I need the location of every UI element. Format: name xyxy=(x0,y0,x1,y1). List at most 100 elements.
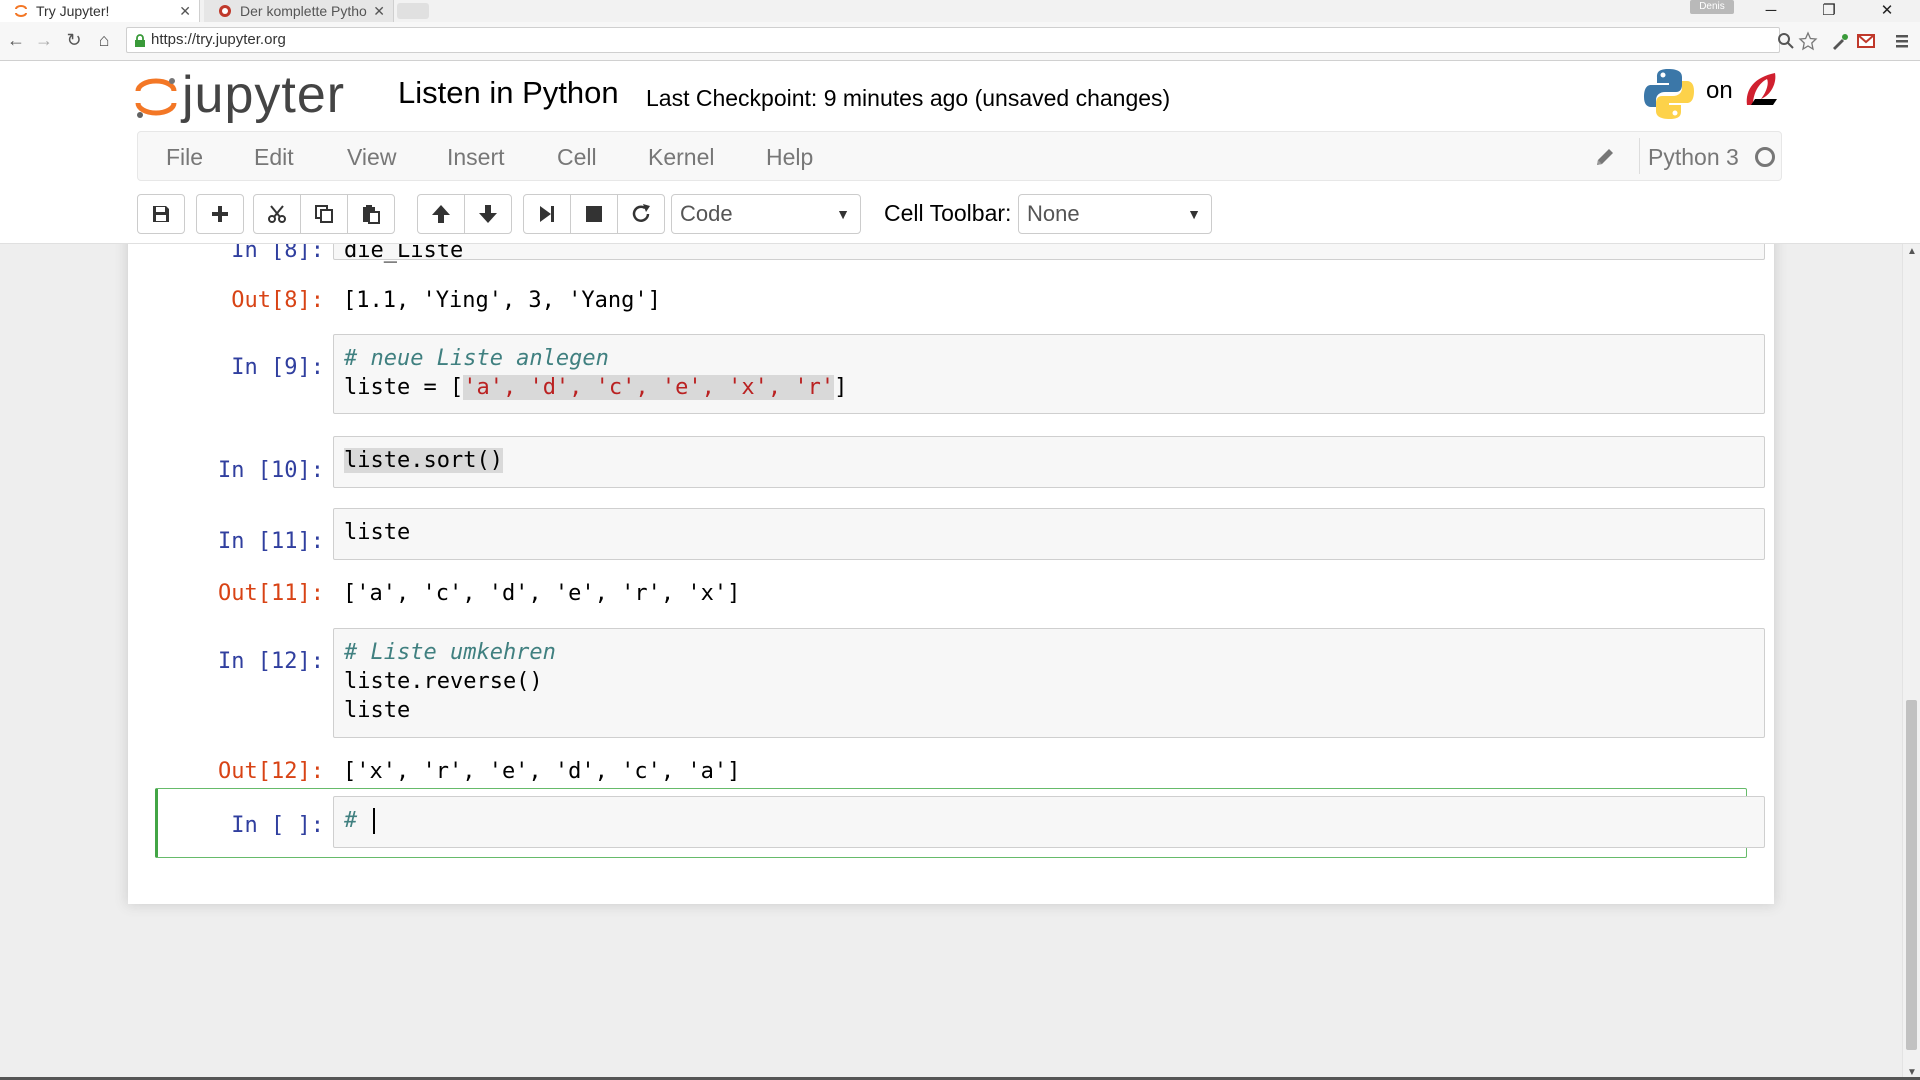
cell-toolbar-select[interactable]: None ▼ xyxy=(1018,194,1212,234)
out-prompt: Out[11]: xyxy=(218,581,324,606)
cell-input[interactable]: liste xyxy=(333,508,1765,560)
url-input[interactable]: https://try.jupyter.org xyxy=(126,27,1780,53)
move-down-button[interactable] xyxy=(464,194,512,234)
tab-title: Try Jupyter! xyxy=(36,3,110,19)
python-logo-icon xyxy=(1644,69,1694,119)
checkpoint-status: Last Checkpoint: 9 minutes ago (unsaved … xyxy=(646,85,1171,111)
profile-badge[interactable]: Denis xyxy=(1690,0,1734,14)
notebook-title[interactable]: Listen in Python xyxy=(398,75,619,111)
arrow-down-icon xyxy=(479,205,497,223)
jupyter-header: jupyter Listen in Python Last Checkpoint… xyxy=(0,61,1920,129)
toolbar-group-run xyxy=(523,194,665,234)
toolbar-group-clipboard xyxy=(253,194,395,234)
cell-output: ['a', 'c', 'd', 'e', 'r', 'x'] xyxy=(343,581,741,606)
lock-icon xyxy=(135,34,145,47)
cell-input[interactable]: # neue Liste anlegen liste = ['a', 'd', … xyxy=(333,334,1765,414)
cell-output: [1.1, 'Ying', 3, 'Yang'] xyxy=(343,288,661,313)
menubar: File Edit View Insert Cell Kernel Help P… xyxy=(137,131,1782,181)
kernel-name[interactable]: Python 3 xyxy=(1648,144,1739,171)
code-comment: # xyxy=(344,808,371,833)
menu-cell[interactable]: Cell xyxy=(557,144,597,171)
extension-icon[interactable] xyxy=(1830,31,1850,51)
jupyter-orbit-icon xyxy=(135,78,177,118)
stop-icon xyxy=(586,206,602,222)
gmail-icon[interactable] xyxy=(1856,31,1876,51)
move-up-button[interactable] xyxy=(417,194,465,234)
paste-button[interactable] xyxy=(347,194,395,234)
in-prompt: In [ ]: xyxy=(231,813,324,838)
pencil-icon[interactable] xyxy=(1594,146,1616,168)
step-forward-icon xyxy=(540,206,554,222)
kernel-idle-indicator-icon xyxy=(1755,147,1775,167)
tab-title: Der komplette Pytho xyxy=(240,3,367,19)
forward-icon[interactable]: → xyxy=(32,28,56,52)
minimize-icon[interactable]: ─ xyxy=(1748,0,1794,22)
cell-input[interactable]: die_Liste xyxy=(333,244,1765,263)
back-icon[interactable]: ← xyxy=(4,28,28,52)
code-line: # xyxy=(344,808,375,834)
cell-type-select[interactable]: Code ▼ xyxy=(671,194,861,234)
kernel-separator xyxy=(1639,138,1640,174)
menubar-container: File Edit View Insert Cell Kernel Help P… xyxy=(0,129,1920,184)
menu-help[interactable]: Help xyxy=(766,144,813,171)
browser-tab-inactive[interactable]: Der komplette Pytho ✕ xyxy=(204,0,394,22)
cell-output: ['x', 'r', 'e', 'd', 'c', 'a'] xyxy=(343,759,741,784)
cell-input[interactable]: # xyxy=(333,796,1765,848)
scroll-up-icon[interactable]: ▲ xyxy=(1907,246,1917,257)
code-selection: liste.sort() xyxy=(344,448,503,473)
menu-kernel[interactable]: Kernel xyxy=(648,144,714,171)
code-string-selection: 'a', 'd', 'c', 'e', 'x', 'r' xyxy=(463,375,835,400)
insert-cell-button[interactable] xyxy=(196,194,244,234)
plus-icon xyxy=(212,206,228,222)
cell-input[interactable]: liste.sort() xyxy=(333,436,1765,488)
code-line: liste xyxy=(344,698,411,723)
restore-icon[interactable]: ❐ xyxy=(1806,0,1852,22)
run-cell-button[interactable] xyxy=(523,194,571,234)
menu-file[interactable]: File xyxy=(166,144,203,171)
new-tab-button[interactable] xyxy=(397,3,429,19)
menu-icon[interactable] xyxy=(1892,31,1912,51)
paste-icon xyxy=(363,205,380,224)
zoom-icon[interactable] xyxy=(1776,31,1796,51)
close-icon[interactable]: ✕ xyxy=(179,0,191,22)
code-comment: # Liste umkehren xyxy=(344,640,556,665)
browser-tab-active[interactable]: Try Jupyter! ✕ xyxy=(0,0,200,22)
toolbar: Code ▼ Cell Toolbar: None ▼ xyxy=(0,184,1920,244)
cell-input[interactable]: # Liste umkehren liste.reverse() liste xyxy=(333,628,1765,738)
restart-kernel-button[interactable] xyxy=(617,194,665,234)
in-prompt: In [8]: xyxy=(231,244,324,263)
menu-insert[interactable]: Insert xyxy=(447,144,505,171)
code-comment: # neue Liste anlegen xyxy=(344,346,609,371)
code-line: liste.sort() xyxy=(344,448,503,473)
url-text: https://try.jupyter.org xyxy=(151,31,286,48)
notebook-scroll-area: In [8]: die_Liste Out[8]: [1.1, 'Ying', … xyxy=(0,244,1902,1080)
toolbar-group-insert xyxy=(196,194,244,234)
on-label: on xyxy=(1706,77,1733,104)
udemy-favicon-icon xyxy=(219,5,231,17)
browser-tab-bar: Try Jupyter! ✕ Der komplette Pytho ✕ Den… xyxy=(0,0,1920,23)
in-prompt: In [9]: xyxy=(231,355,324,380)
scrollbar-thumb[interactable] xyxy=(1906,700,1917,1050)
reload-icon[interactable]: ↻ xyxy=(62,28,86,52)
interrupt-kernel-button[interactable] xyxy=(570,194,618,234)
home-icon[interactable]: ⌂ xyxy=(92,28,116,52)
cell-toolbar-label: Cell Toolbar: xyxy=(884,200,1012,226)
cut-button[interactable] xyxy=(253,194,301,234)
arrow-up-icon xyxy=(432,205,450,223)
menu-edit[interactable]: Edit xyxy=(254,144,294,171)
text-cursor xyxy=(372,808,375,834)
copy-icon xyxy=(315,205,333,223)
close-icon[interactable]: ✕ xyxy=(373,0,385,22)
notebook-container: In [8]: die_Liste Out[8]: [1.1, 'Ying', … xyxy=(128,244,1774,904)
bookmark-star-icon[interactable] xyxy=(1798,31,1818,51)
address-bar: ← → ↻ ⌂ https://try.jupyter.org xyxy=(0,22,1920,61)
cut-icon xyxy=(268,205,286,223)
menu-view[interactable]: View xyxy=(347,144,396,171)
close-window-icon[interactable]: ✕ xyxy=(1864,0,1910,22)
page-scrollbar[interactable]: ▲ ▼ xyxy=(1902,244,1920,1080)
copy-button[interactable] xyxy=(300,194,348,234)
jupyter-logo[interactable]: jupyter xyxy=(134,66,374,125)
toolbar-group-move xyxy=(417,194,512,234)
caret-down-icon: ▼ xyxy=(836,206,850,222)
save-button[interactable] xyxy=(137,194,185,234)
